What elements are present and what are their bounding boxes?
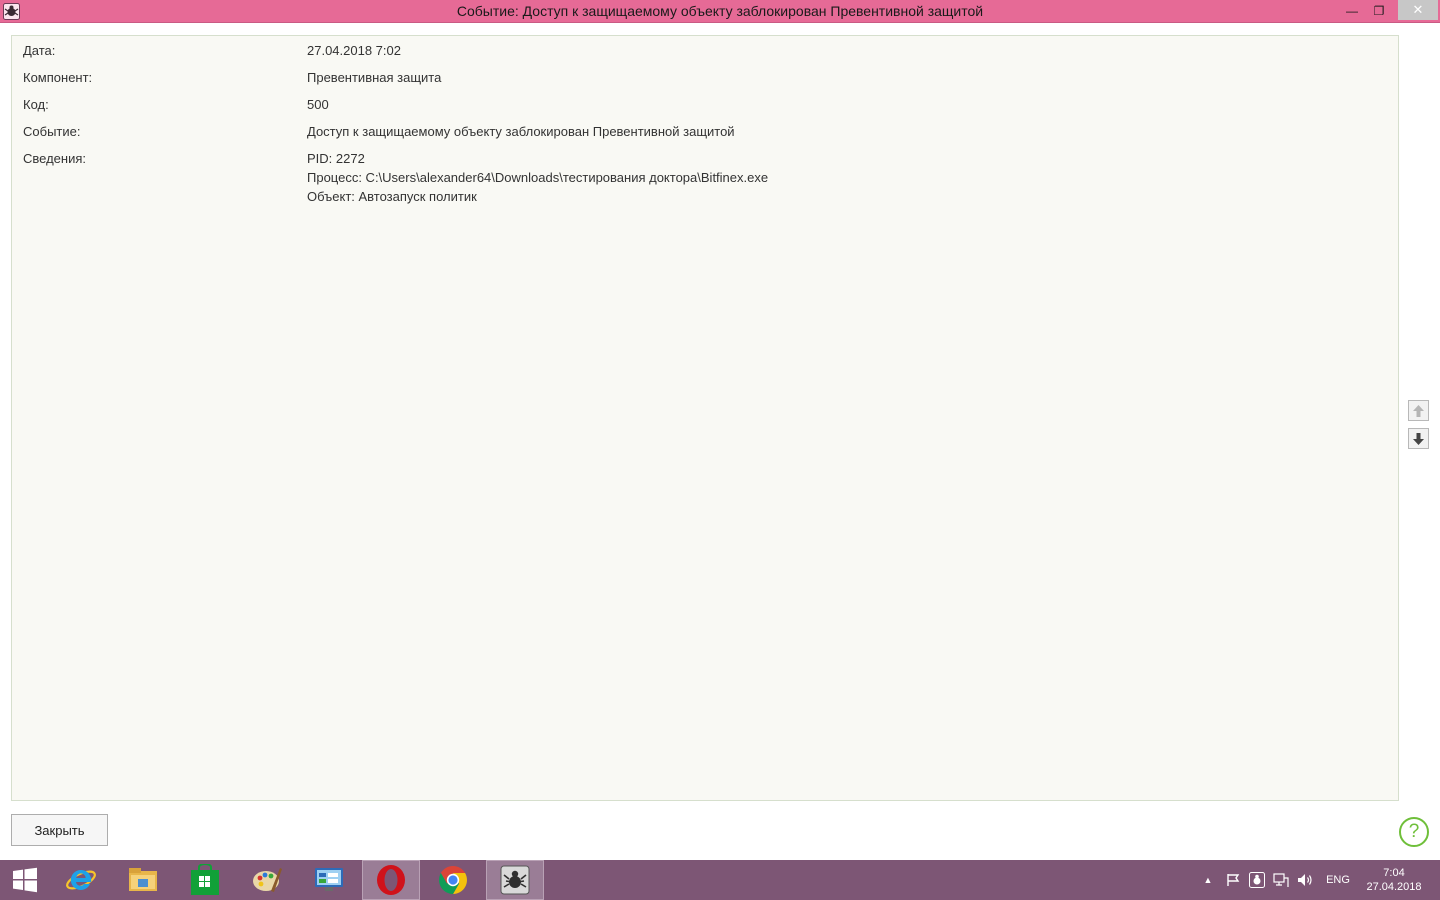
code-value: 500: [307, 97, 329, 112]
start-button[interactable]: [0, 860, 50, 900]
info-process: Процесс: C:\Users\alexander64\Downloads\…: [307, 170, 769, 185]
file-explorer-icon: [129, 868, 157, 891]
taskbar-store[interactable]: [176, 860, 234, 900]
info-label: Сведения:: [23, 151, 87, 166]
drweb-icon: [500, 865, 530, 895]
help-icon[interactable]: ?: [1399, 817, 1429, 847]
taskbar-paint[interactable]: [238, 860, 296, 900]
component-value: Превентивная защита: [307, 70, 442, 85]
close-button[interactable]: Закрыть: [11, 814, 108, 846]
tray-clock[interactable]: 7:04 27.04.2018: [1360, 866, 1428, 894]
date-value: 27.04.2018 7:02: [307, 43, 401, 58]
component-label: Компонент:: [23, 70, 93, 85]
info-object: Объект: Автозапуск политик: [307, 189, 477, 204]
tray-volume[interactable]: [1294, 860, 1316, 900]
tray-action-center[interactable]: [1222, 860, 1244, 900]
clock-date: 27.04.2018: [1366, 881, 1422, 893]
taskbar-internet-explorer[interactable]: [52, 860, 110, 900]
chrome-icon: [439, 866, 467, 894]
drweb-tray-icon: [1249, 872, 1265, 888]
info-value: PID: 2272 Процесс: C:\Users\alexander64\…: [307, 151, 1387, 208]
close-window-button[interactable]: ✕: [1398, 0, 1438, 20]
event-value: Доступ к защищаемому объекту заблокирова…: [307, 124, 735, 139]
taskbar-drweb[interactable]: [486, 860, 544, 900]
tray-language[interactable]: ENG: [1320, 860, 1356, 900]
info-pid: PID: 2272: [307, 151, 365, 166]
store-icon: [191, 864, 219, 895]
tray-drweb[interactable]: [1246, 860, 1268, 900]
flag-icon: [1227, 874, 1240, 886]
restore-button[interactable]: ❐: [1366, 0, 1392, 22]
event-details-panel: Дата: 27.04.2018 7:02 Компонент: Превент…: [11, 35, 1399, 801]
taskbar-file-explorer[interactable]: [114, 860, 172, 900]
windows-logo-icon: [13, 867, 37, 893]
event-label: Событие:: [23, 124, 81, 139]
next-event-button[interactable]: [1408, 428, 1429, 449]
taskbar: ▲ ENG 7:04 27.04.2018: [0, 860, 1440, 900]
paint-icon: [253, 868, 282, 892]
taskbar-control-panel[interactable]: [300, 860, 358, 900]
previous-event-button[interactable]: [1408, 400, 1429, 421]
internet-explorer-icon: [66, 869, 96, 890]
date-label: Дата:: [23, 43, 56, 58]
window-title: Событие: Доступ к защищаемому объекту за…: [456, 3, 984, 19]
control-panel-icon: [315, 868, 343, 891]
show-hidden-icons-button[interactable]: ▲: [1198, 860, 1218, 900]
network-icon: [1273, 872, 1289, 887]
arrow-up-icon: [1413, 404, 1424, 417]
arrow-down-icon: [1413, 432, 1424, 445]
tray-network[interactable]: [1270, 860, 1292, 900]
title-bar[interactable]: Событие: Доступ к защищаемому объекту за…: [0, 0, 1440, 23]
clock-time: 7:04: [1383, 867, 1405, 879]
taskbar-chrome[interactable]: [424, 860, 482, 900]
speaker-icon: [1298, 874, 1312, 886]
taskbar-opera[interactable]: [362, 860, 420, 900]
code-label: Код:: [23, 97, 49, 112]
minimize-button[interactable]: —: [1338, 0, 1366, 22]
opera-icon: [377, 865, 405, 895]
